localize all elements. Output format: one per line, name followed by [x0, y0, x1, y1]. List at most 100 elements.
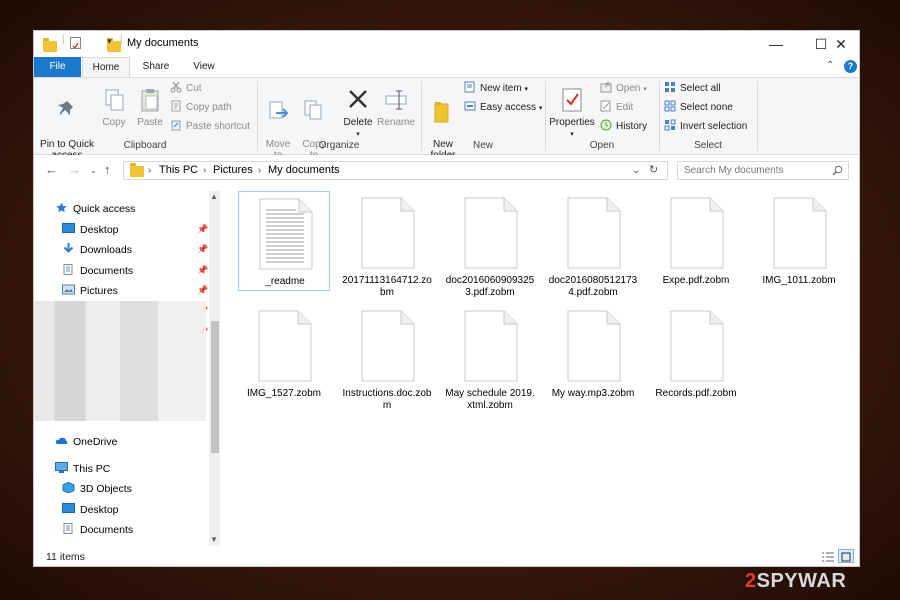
- select-all-button[interactable]: Select all: [664, 81, 721, 97]
- new-item-icon: [464, 81, 475, 93]
- chevron-right-icon[interactable]: ›: [258, 162, 261, 179]
- blank-file-icon: [567, 197, 621, 269]
- properties-button[interactable]: Properties ▾: [548, 86, 596, 140]
- up-arrow-icon[interactable]: ↑: [104, 162, 111, 177]
- address-bar[interactable]: › This PC › Pictures › My documents ⌄ ↻: [123, 161, 668, 180]
- new-folder-icon: [434, 102, 449, 123]
- breadcrumb-my-documents[interactable]: My documents: [268, 162, 340, 179]
- tab-home[interactable]: Home: [82, 57, 130, 77]
- documents-icon: [63, 264, 73, 275]
- search-input[interactable]: Search My documents: [677, 161, 849, 180]
- nav-label: Pictures: [80, 285, 118, 297]
- help-icon[interactable]: ?: [844, 60, 857, 73]
- documents-icon: [63, 523, 73, 534]
- scroll-up-icon[interactable]: ▲: [210, 192, 218, 201]
- recent-locations-chevron-icon[interactable]: ⌄: [90, 166, 97, 175]
- refresh-icon[interactable]: ↻: [649, 162, 658, 179]
- paste-icon: [141, 89, 159, 112]
- blank-file-icon: [361, 310, 415, 382]
- file-item[interactable]: IMG_1527.zobm: [238, 304, 330, 404]
- file-item[interactable]: doc20160805121734.pdf.zobm: [547, 191, 639, 298]
- nav-this-pc[interactable]: This PC: [55, 461, 110, 477]
- file-name: Expe.pdf.zobm: [662, 275, 730, 286]
- history-button[interactable]: History: [600, 119, 647, 135]
- easy-access-icon: [464, 101, 476, 111]
- nav-quick-downloads[interactable]: Downloads: [62, 242, 132, 258]
- address-dropdown-chevron-icon[interactable]: ⌄: [632, 162, 640, 179]
- nav-pc-desktop[interactable]: Desktop: [62, 502, 119, 518]
- invert-selection-icon: [664, 119, 676, 131]
- new-item-button[interactable]: New item ▾: [464, 81, 528, 97]
- scissors-icon: [170, 81, 182, 93]
- copy-path-label: Copy path: [186, 102, 232, 113]
- nav-onedrive[interactable]: OneDrive: [55, 434, 117, 450]
- cut-button[interactable]: Cut: [170, 81, 202, 97]
- file-item[interactable]: May schedule 2019.xtml.zobm: [444, 304, 536, 411]
- nav-quick-pictures[interactable]: Pictures: [62, 283, 118, 299]
- nav-label: OneDrive: [73, 436, 118, 448]
- delete-x-icon: [349, 90, 367, 108]
- breadcrumb-pictures[interactable]: Pictures: [213, 162, 253, 179]
- forward-arrow-icon[interactable]: →: [68, 162, 81, 177]
- copy-path-button[interactable]: Copy path: [170, 100, 232, 116]
- back-arrow-icon[interactable]: ←: [45, 162, 58, 177]
- nav-pc-3d-objects[interactable]: 3D Objects: [62, 481, 132, 497]
- paste-shortcut-icon: [171, 120, 181, 131]
- paste-shortcut-label: Paste shortcut: [186, 121, 250, 132]
- item-count: 11 items: [46, 551, 85, 563]
- nav-quick-access[interactable]: Quick access: [55, 201, 135, 217]
- open-button[interactable]: Open ▾: [600, 81, 647, 97]
- easy-access-button[interactable]: Easy access ▾: [464, 100, 542, 116]
- file-item[interactable]: Instructions.doc.zobm: [341, 304, 433, 411]
- watermark-logo: 2SPYWAR: [745, 570, 847, 592]
- nav-quick-documents[interactable]: Documents: [62, 263, 133, 279]
- paste-label: Paste: [137, 117, 163, 128]
- computer-icon: [55, 462, 68, 473]
- breadcrumb-this-pc[interactable]: This PC: [159, 162, 198, 179]
- navigation-bar: ← → ⌄ ↑ › This PC › Pictures › My docume…: [34, 155, 859, 185]
- rename-button[interactable]: Rename: [376, 86, 416, 128]
- properties-quick-icon[interactable]: [70, 37, 81, 50]
- file-item[interactable]: My way.mp3.zobm: [547, 304, 639, 404]
- nav-pc-documents[interactable]: Documents: [62, 522, 133, 538]
- minimize-button[interactable]: —: [753, 31, 799, 57]
- delete-button[interactable]: Delete ▾: [341, 86, 375, 140]
- scroll-down-icon[interactable]: ▼: [210, 535, 218, 544]
- details-view-icon[interactable]: [820, 549, 836, 563]
- rename-icon: [385, 90, 407, 110]
- copy-button[interactable]: Copy: [99, 86, 129, 128]
- paste-button[interactable]: Paste: [135, 86, 165, 128]
- nav-quick-desktop[interactable]: Desktop: [62, 222, 119, 238]
- tab-view[interactable]: View: [182, 57, 226, 77]
- search-placeholder: Search My documents: [684, 165, 784, 176]
- tab-file[interactable]: File: [34, 57, 81, 77]
- file-item[interactable]: IMG_1011.zobm: [753, 191, 845, 291]
- select-none-icon: [664, 100, 676, 112]
- invert-selection-button[interactable]: Invert selection: [664, 119, 747, 135]
- file-item[interactable]: Records.pdf.zobm: [650, 304, 742, 404]
- paste-shortcut-button[interactable]: Paste shortcut: [170, 119, 250, 135]
- file-explorer-window: | ▾ | My documents — ☐ ✕ File Home Share…: [33, 30, 860, 567]
- customize-quick-access-icon[interactable]: ▾: [107, 36, 112, 47]
- window-title: My documents: [127, 37, 199, 49]
- tab-share[interactable]: Share: [134, 57, 178, 77]
- file-item-readme[interactable]: _readme: [238, 191, 330, 291]
- chevron-right-icon[interactable]: ›: [203, 162, 206, 179]
- file-item[interactable]: doc20160609093253.pdf.zobm: [444, 191, 536, 298]
- nav-scrollbar-thumb[interactable]: [211, 321, 219, 453]
- select-none-button[interactable]: Select none: [664, 100, 733, 116]
- ribbon-home: Pin to Quick access Copy Paste Cut Copy …: [34, 78, 859, 161]
- large-icons-view-icon[interactable]: [838, 549, 854, 563]
- nav-label: Desktop: [80, 504, 119, 516]
- file-item[interactable]: 20171113164712.zobm: [341, 191, 433, 298]
- text-file-icon: [259, 198, 313, 270]
- close-button[interactable]: ✕: [820, 31, 859, 57]
- file-item[interactable]: Expe.pdf.zobm: [650, 191, 742, 291]
- collapse-ribbon-icon[interactable]: ⌃: [826, 60, 834, 71]
- file-name: My way.mp3.zobm: [551, 388, 635, 399]
- edit-button[interactable]: Edit: [600, 100, 633, 116]
- file-name: Instructions.doc.zobm: [342, 388, 432, 411]
- copy-icon: [105, 89, 124, 111]
- group-label-select: Select: [694, 140, 722, 151]
- file-name: _readme: [265, 276, 305, 287]
